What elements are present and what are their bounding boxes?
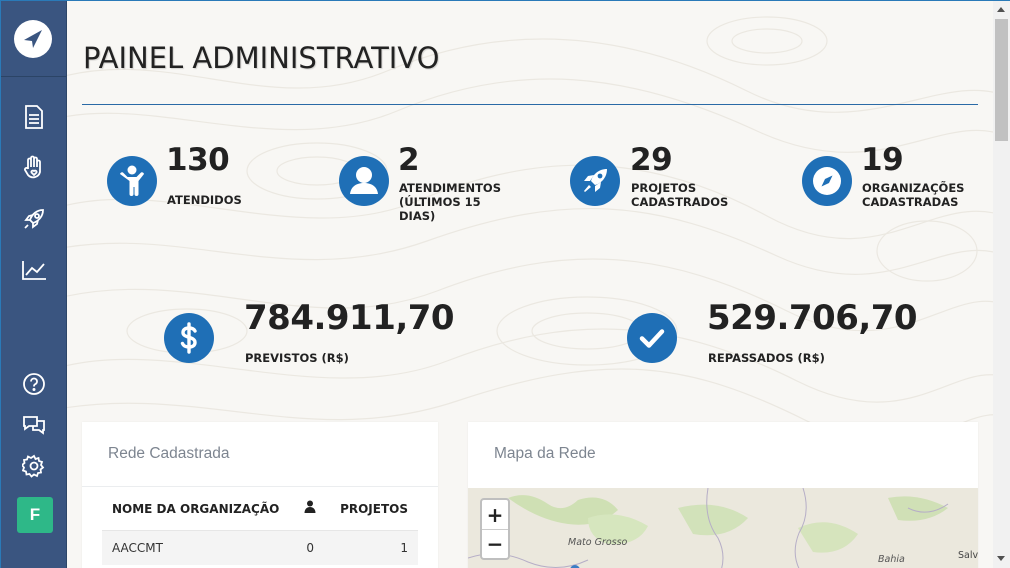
column-header-people[interactable] bbox=[290, 500, 331, 531]
scroll-up-arrow-icon[interactable] bbox=[997, 7, 1005, 12]
money-value-repassados: 529.706,70 bbox=[707, 298, 918, 338]
column-header-projects[interactable]: PROJETOS bbox=[330, 500, 418, 531]
map-view[interactable]: + − Mato Grosso Bahia Salv bbox=[468, 488, 978, 568]
rocket-icon[interactable] bbox=[20, 205, 48, 233]
user-icon bbox=[339, 156, 389, 206]
dollar-icon bbox=[164, 313, 214, 363]
gear-icon[interactable] bbox=[20, 452, 48, 480]
check-icon bbox=[627, 313, 677, 363]
stat-value-organizacoes: 19 bbox=[861, 142, 904, 178]
stat-value-atendidos: 130 bbox=[166, 142, 230, 178]
map-label-bahia: Bahia bbox=[878, 554, 905, 565]
chat-icon[interactable] bbox=[20, 411, 48, 439]
page-title: PAINEL ADMINISTRATIVO bbox=[83, 41, 440, 75]
main-content: PAINEL ADMINISTRATIVO 130 ATENDIDOS 2 AT… bbox=[67, 1, 993, 568]
money-label-repassados: REPASSADOS (R$) bbox=[708, 351, 825, 365]
logo-area bbox=[1, 1, 67, 77]
network-card-divider bbox=[82, 486, 438, 487]
help-icon[interactable] bbox=[20, 370, 48, 398]
zoom-control: + − bbox=[480, 498, 510, 560]
avatar[interactable]: F bbox=[17, 497, 53, 533]
stat-label-projetos: PROJETOS CADASTRADOS bbox=[631, 181, 729, 209]
cell-org-name: AACCMT bbox=[102, 530, 291, 565]
title-divider bbox=[82, 104, 978, 105]
money-label-previstos: PREVISTOS (R$) bbox=[245, 351, 349, 365]
stat-label-atendimentos: ATENDIMENTOS (ÚLTIMOS 15 DIAS) bbox=[399, 181, 501, 223]
map-card-title: Mapa da Rede bbox=[494, 445, 596, 462]
chart-icon[interactable] bbox=[20, 256, 48, 284]
organizations-table: NOME DA ORGANIZAÇÃO PROJETOS AACCMT 0 1 bbox=[102, 500, 418, 565]
column-header-name[interactable]: NOME DA ORGANIZAÇÃO bbox=[102, 500, 291, 531]
network-card: Rede Cadastrada NOME DA ORGANIZAÇÃO PROJ… bbox=[82, 422, 438, 568]
sidebar: F bbox=[1, 1, 67, 568]
map-label-mato-grosso: Mato Grosso bbox=[568, 537, 628, 548]
person-column-icon bbox=[304, 500, 316, 516]
zoom-out-button[interactable]: − bbox=[482, 529, 508, 558]
cell-people: 0 bbox=[290, 530, 331, 565]
logo-icon[interactable] bbox=[13, 19, 53, 59]
scroll-down-arrow-icon[interactable] bbox=[997, 556, 1005, 561]
rocket-icon bbox=[570, 156, 620, 206]
scroll-thumb[interactable] bbox=[995, 19, 1008, 141]
stat-label-organizacoes: ORGANIZAÇÕES CADASTRADAS bbox=[862, 181, 965, 209]
zoom-in-button[interactable]: + bbox=[482, 500, 508, 529]
compass-icon bbox=[802, 156, 852, 206]
table-row[interactable]: AACCMT 0 1 bbox=[102, 530, 418, 565]
document-icon[interactable] bbox=[20, 103, 48, 131]
person-icon bbox=[107, 156, 157, 206]
map-card: Mapa da Rede + − Mato Grosso Bahia Salv bbox=[468, 422, 978, 568]
cell-projects: 1 bbox=[330, 530, 418, 565]
vertical-scrollbar[interactable] bbox=[993, 1, 1010, 568]
stat-value-atendimentos: 2 bbox=[398, 142, 420, 178]
network-card-title: Rede Cadastrada bbox=[108, 445, 230, 462]
map-label-salvador: Salv bbox=[958, 550, 978, 561]
money-value-previstos: 784.911,70 bbox=[244, 298, 455, 338]
stat-value-projetos: 29 bbox=[630, 142, 673, 178]
stat-label-atendidos: ATENDIDOS bbox=[167, 193, 242, 207]
hand-heart-icon[interactable] bbox=[20, 154, 48, 182]
